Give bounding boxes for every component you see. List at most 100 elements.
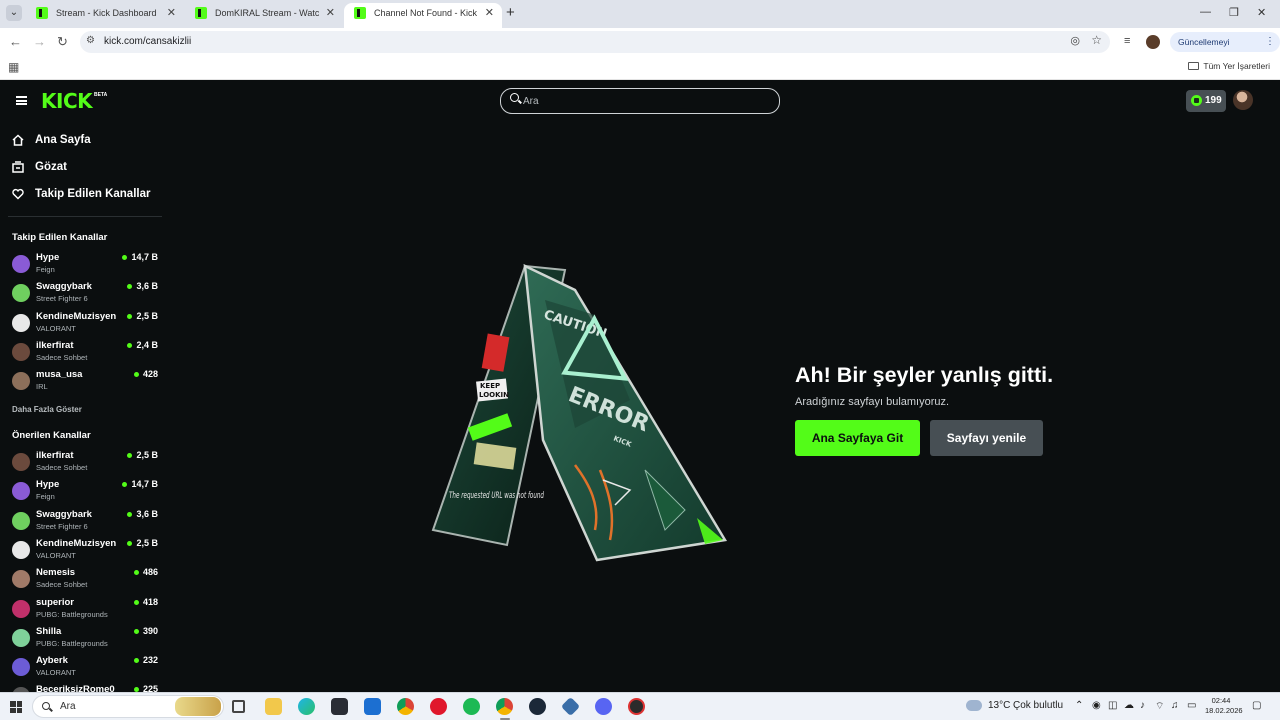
taskbar-search[interactable]: Ara [32, 695, 224, 718]
channel-row[interactable]: Swaggybark Street Fighter 6 3,6 B [10, 507, 160, 536]
go-home-button[interactable]: Ana Sayfaya Git [795, 420, 920, 456]
clock-time: 02:44 [1211, 696, 1231, 705]
channel-row[interactable]: ilkerfirat Sadece Sohbet 2,4 B [10, 338, 160, 367]
search-box[interactable] [500, 88, 780, 114]
kick-favicon-icon [195, 7, 207, 19]
back-icon[interactable]: ← [9, 34, 22, 49]
app-icon[interactable] [560, 696, 581, 717]
channel-name: musa_usa [36, 369, 83, 381]
channel-row[interactable]: ilkerfirat Sadece Sohbet 2,5 B [10, 448, 160, 477]
all-bookmarks-button[interactable]: Tüm Yer İşaretleri [1188, 61, 1270, 71]
weather-desc[interactable]: Çok bulutlu [1013, 700, 1063, 711]
tray-app-icon[interactable]: ◫ [1108, 700, 1117, 711]
chrome-active-icon[interactable] [496, 698, 513, 720]
viewer-count: 232 [142, 655, 158, 666]
weather-temp[interactable]: 13°C [988, 700, 1010, 711]
file-explorer-icon[interactable] [265, 698, 282, 715]
live-indicator-icon [127, 342, 132, 348]
windows-taskbar: Ara 13°C Çok bulutlu ⌃ ◉ ◫ ☁ ♪ ⌔ ♫ ▭ 02:… [0, 692, 1280, 720]
viewer-count: 390 [142, 625, 158, 636]
kicks-balance-button[interactable]: 199 [1186, 90, 1226, 112]
tab-search-button[interactable]: ⌄ [6, 5, 22, 21]
update-button[interactable]: Güncellemeyi tamamla ⋮ [1170, 32, 1280, 67]
store-icon[interactable] [331, 698, 348, 715]
nav-following[interactable]: Takip Edilen Kanallar [12, 185, 162, 205]
channel-row[interactable]: Nemesis Sadece Sohbet 486 [10, 565, 160, 594]
weather-icon[interactable] [966, 697, 982, 711]
channel-row[interactable]: Ayberk VALORANT 232 [10, 653, 160, 682]
live-indicator-icon [127, 313, 132, 319]
tracking-protection-icon[interactable]: ◎ [1070, 34, 1080, 47]
steam-icon[interactable] [529, 698, 546, 715]
channel-row[interactable]: Swaggybark Street Fighter 6 3,6 B [10, 279, 160, 308]
spotify-icon[interactable] [463, 698, 480, 715]
kick-logo[interactable]: KICK [41, 90, 93, 112]
site-info-icon[interactable]: ⚙ [86, 35, 95, 46]
user-avatar[interactable] [1233, 90, 1253, 110]
nav-browse[interactable]: Gözat [12, 158, 162, 178]
edge-icon[interactable] [298, 698, 315, 715]
viewer-count: 3,6 B [136, 281, 158, 292]
channel-row[interactable]: KendineMuzisyen VALORANT 2,5 B [10, 309, 160, 338]
reload-icon[interactable]: ↻ [57, 34, 68, 50]
browser-tab[interactable]: DomKIRAL Stream - Watch Live ✕ [185, 3, 343, 28]
search-input[interactable] [523, 92, 763, 110]
channel-row[interactable]: Hype Feign 14,7 B [10, 477, 160, 506]
media-controls-icon[interactable]: ≡ [1124, 35, 1130, 47]
url-text[interactable]: kick.com/cansakizlii [104, 36, 191, 47]
channel-category: Street Fighter 6 [36, 521, 88, 531]
bookmark-star-icon[interactable]: ☆ [1091, 33, 1102, 47]
profile-avatar[interactable] [1146, 35, 1160, 49]
nav-home[interactable]: Ana Sayfa [12, 131, 162, 151]
battery-icon[interactable]: ▭ [1187, 700, 1196, 711]
channel-avatar [12, 540, 30, 559]
live-indicator-icon [134, 570, 139, 576]
new-tab-button[interactable]: + [506, 5, 515, 21]
microphone-icon[interactable]: ♪ [1140, 700, 1145, 711]
volume-icon[interactable]: ♫ [1171, 700, 1179, 711]
channel-name: KendineMuzisyen [36, 310, 117, 322]
channel-avatar [12, 599, 30, 618]
kick-favicon-icon [354, 7, 366, 19]
taskbar-clock[interactable]: 02:44 18.02.2026 [1205, 696, 1243, 716]
nav-home-label: Ana Sayfa [35, 134, 91, 146]
channel-name: BeceriksizRome0 [36, 684, 115, 692]
viewer-count: 2,5 B [136, 450, 158, 460]
browser-tab-active[interactable]: Channel Not Found - Kick Strea ✕ [344, 3, 502, 28]
minimize-icon[interactable]: — [1200, 6, 1211, 18]
reload-page-button[interactable]: Sayfayı yenile [930, 420, 1043, 456]
windows-start-icon[interactable] [10, 701, 22, 713]
beta-badge: BETA [94, 92, 108, 98]
chrome-icon[interactable] [397, 698, 414, 715]
task-view-icon[interactable] [232, 700, 245, 713]
discord-icon[interactable] [595, 698, 612, 715]
channel-row[interactable]: KendineMuzisyen VALORANT 2,5 B [10, 536, 160, 565]
network-icon[interactable]: ⌔ [1155, 700, 1164, 713]
address-bar[interactable]: ⚙ kick.com/cansakizlii ◎ ☆ [80, 31, 1110, 53]
channel-row[interactable]: BeceriksizRome0 225 [10, 682, 160, 692]
onedrive-icon[interactable]: ☁ [1124, 700, 1134, 711]
show-more-link[interactable]: Daha Fazla Göster [12, 405, 82, 414]
channel-row[interactable]: superior PUBG: Battlegrounds 418 [10, 595, 160, 624]
tab-close-icon[interactable]: ✕ [326, 3, 335, 24]
opera-icon[interactable] [430, 698, 447, 715]
viewer-count: 428 [142, 369, 158, 380]
tab-title: DomKIRAL Stream - Watch Live [215, 8, 319, 18]
restore-icon[interactable]: ❐ [1229, 6, 1239, 19]
tab-close-icon[interactable]: ✕ [485, 3, 494, 24]
apps-grid-icon[interactable]: ▦ [8, 60, 19, 74]
tab-close-icon[interactable]: ✕ [167, 3, 176, 24]
browser-tab[interactable]: Stream - Kick Dashboard ✕ [26, 3, 184, 28]
forward-icon[interactable]: → [33, 34, 46, 49]
menu-dots-icon[interactable]: ⋮ [1265, 32, 1275, 52]
channel-row[interactable]: musa_usa IRL 428 [10, 367, 160, 396]
tray-app-icon[interactable]: ◉ [1092, 700, 1101, 711]
mail-icon[interactable] [364, 698, 381, 715]
menu-hamburger-icon[interactable] [16, 96, 27, 105]
tray-overflow-icon[interactable]: ⌃ [1075, 700, 1083, 711]
channel-row[interactable]: Hype Feign 14,7 B [10, 250, 160, 279]
close-window-icon[interactable]: ✕ [1257, 6, 1266, 19]
obs-icon[interactable] [628, 698, 645, 715]
channel-row[interactable]: Shilla PUBG: Battlegrounds 390 [10, 624, 160, 653]
notifications-icon[interactable]: ▢ [1252, 700, 1261, 711]
